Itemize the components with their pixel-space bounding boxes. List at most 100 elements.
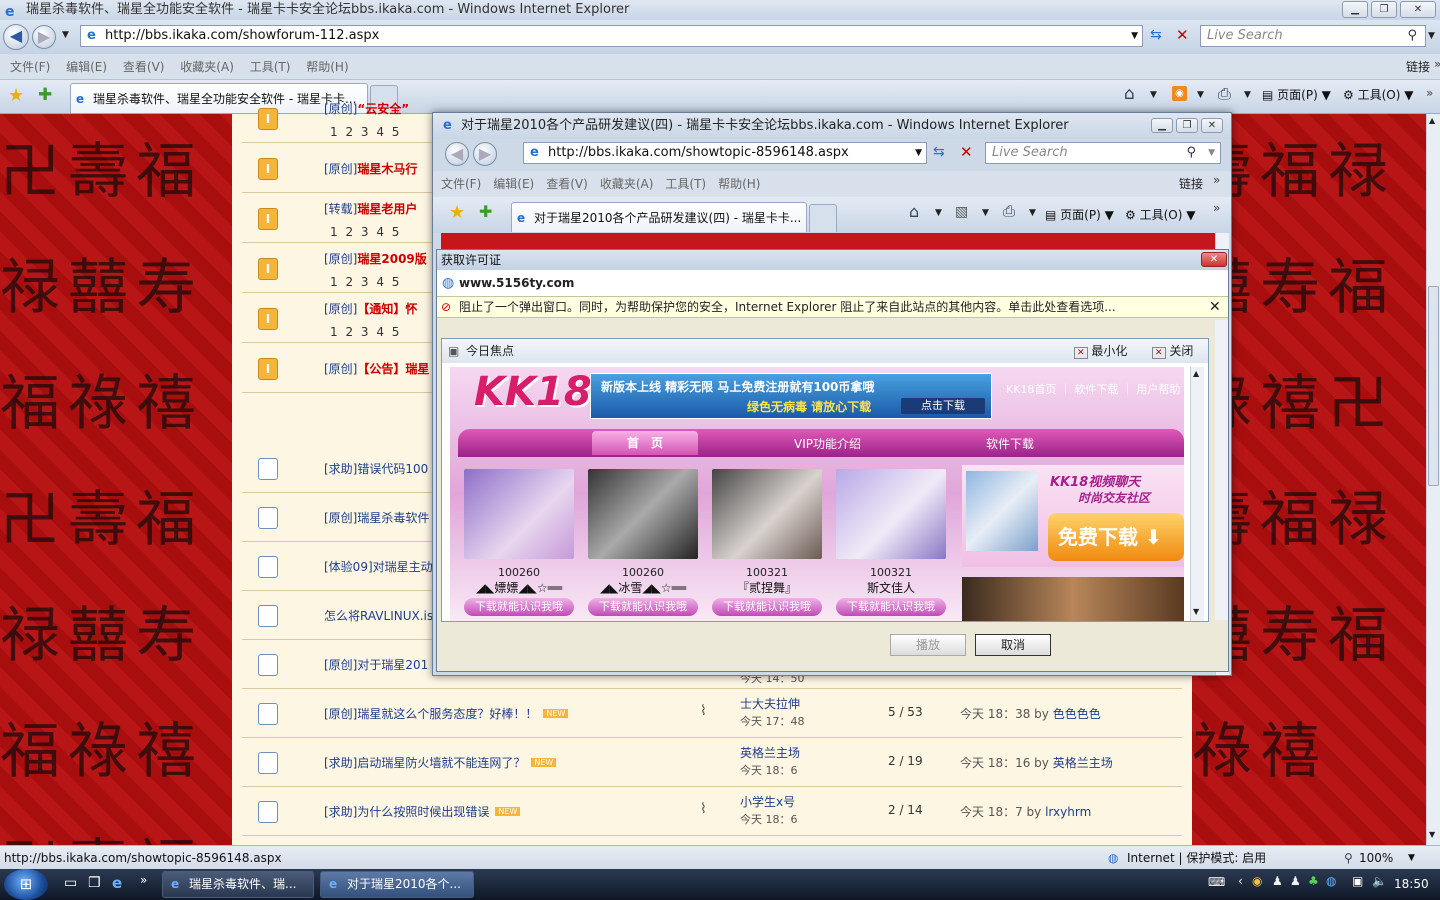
clock[interactable]: 18:50 (1394, 877, 1429, 891)
kk18-nav-vip[interactable]: VIP功能介绍 (794, 435, 861, 452)
cancel-button[interactable]: 取消 (975, 634, 1051, 656)
search-icon[interactable]: ⚲ (1407, 26, 1417, 46)
popup-favorites-star-icon[interactable]: ★ (449, 202, 465, 223)
zoom-dropdown-icon[interactable]: ▼ (1408, 846, 1415, 870)
topic-title[interactable]: [原创]对于瑞星201 (324, 656, 428, 673)
topic-title[interactable]: [原创]瑞星杀毒软件 (324, 509, 429, 526)
last-post-user[interactable]: lrxyhrm (1045, 805, 1091, 819)
topic-name[interactable]: 错误代码100 (357, 462, 428, 476)
inner-minimize-button[interactable]: ✕ 最小化 (1074, 339, 1127, 365)
topic-name[interactable]: 【通知】怀 (357, 302, 417, 316)
start-button[interactable]: ⊞ (4, 869, 48, 900)
inner-scroll-up-arrow[interactable]: ▲ (1193, 369, 1199, 378)
taskbar-item-popup[interactable]: e 对于瑞星2010各个... (320, 871, 474, 898)
print-icon[interactable]: ⎙ (1218, 84, 1231, 104)
topic-name[interactable]: 瑞星2009版 (357, 252, 426, 266)
popup-refresh-icon[interactable]: ⇆ (933, 144, 945, 160)
popup-menu-help[interactable]: 帮助(H) (718, 177, 760, 191)
back-button[interactable]: ◀ (3, 24, 29, 50)
popup-maximize-button[interactable]: ❐ (1176, 118, 1198, 133)
page-links[interactable]: 1 2 3 4 5 (330, 125, 401, 139)
popup-address-bar[interactable]: e http://bbs.ikaka.com/showtopic-8596148… (523, 142, 927, 164)
topic-title[interactable]: [原创]“云安全” (324, 100, 409, 117)
search-options-icon[interactable]: ▼ (1428, 31, 1435, 41)
popup-add-favorite-icon[interactable]: ✚ (479, 202, 492, 221)
popup-tab[interactable]: e 对于瑞星2010各个产品研发建议(四) - 瑞星卡卡... (511, 202, 807, 232)
girl-download-button-2[interactable]: 下载就能认识我哦 (588, 598, 698, 616)
tools-menu[interactable]: ⚙ 工具(O) ▼ (1343, 80, 1413, 110)
topic-name[interactable]: 瑞星就这么个服务态度？好棒！！ (357, 707, 537, 721)
inner-scroll-down-arrow[interactable]: ▼ (1193, 607, 1199, 616)
topic-name[interactable]: 对于瑞星201 (357, 658, 428, 672)
topic-title[interactable]: [求助]为什么按照时候出现错误 NEW (324, 803, 521, 820)
popup-print-dropdown-icon[interactable]: ▼ (1029, 208, 1036, 218)
volume-icon[interactable]: 🔈 (1372, 874, 1387, 888)
kk18-banner[interactable]: 新版本上线 精彩无限 马上免费注册就有100币拿哦 绿色无病毒 请放心下载 点击… (590, 373, 992, 419)
topic-name[interactable]: 瑞星杀毒软件 (357, 511, 429, 525)
popup-menu-file[interactable]: 文件(F) (441, 177, 481, 191)
topic-author[interactable]: 小学生x号 (740, 793, 795, 810)
popup-search-dropdown-icon[interactable]: ▼ (1208, 143, 1215, 163)
kk18-ad[interactable]: KK18 新版本上线 精彩无限 马上免费注册就有100币拿哦 绿色无病毒 请放心… (450, 367, 1184, 621)
popup-close-button[interactable]: ✕ (1201, 118, 1223, 133)
popup-search-icon[interactable]: ⚲ (1186, 143, 1196, 163)
table-row[interactable]: [求助]为什么按照时候出现错误 NEW 小学生x号 今天 18：6 2 / 14 今天 1… (242, 787, 1182, 836)
popup-links-label[interactable]: 链接 (1179, 171, 1203, 197)
popup-tools-menu[interactable]: ⚙ 工具(O) ▼ (1125, 200, 1195, 230)
dialog-content-scrollbar[interactable] (1215, 320, 1228, 620)
topic-author[interactable]: 士大夫拉伸 (740, 695, 800, 712)
recent-pages-dropdown-icon[interactable]: ▼ (62, 30, 69, 40)
popup-back-button[interactable]: ◀ (445, 142, 469, 166)
chevron-icon[interactable]: » (1434, 51, 1440, 77)
search-input[interactable]: Live Search ⚲ (1200, 25, 1426, 47)
scroll-down-arrow[interactable]: ▼ (1429, 830, 1435, 839)
page-menu[interactable]: ▤ 页面(P) ▼ (1262, 80, 1331, 110)
menu-view[interactable]: 查看(V) (123, 60, 165, 74)
scroll-thumb[interactable] (1428, 286, 1439, 486)
scroll-up-arrow[interactable]: ▲ (1429, 116, 1435, 125)
kk18-nav-download[interactable]: 软件下载 (986, 435, 1034, 452)
page-links[interactable]: 1 2 3 4 5 (330, 275, 401, 289)
table-row[interactable]: [原创]瑞星就这么个服务态度？好棒！！ NEW 士大夫拉伸 今天 17：48 5 / 5… (242, 689, 1182, 738)
taskbar-item-forum[interactable]: e 瑞星杀毒软件、瑞... (162, 871, 314, 898)
maximize-button[interactable]: ❐ (1371, 1, 1397, 18)
popup-home-icon[interactable]: ⌂ (909, 202, 919, 221)
popup-toolbar-chevron-icon[interactable]: » (1213, 201, 1220, 215)
tray-qq-icon[interactable]: ♟ (1272, 874, 1283, 888)
topic-name[interactable]: 瑞星木马行 (357, 162, 417, 176)
infobar-close-icon[interactable]: ✕ (1209, 297, 1221, 317)
topic-name[interactable]: 怎么将RAVLINUX.iso (324, 609, 440, 623)
topic-title[interactable]: [原创]【公告】瑞星 (324, 360, 429, 377)
popup-print-icon[interactable]: ⎙ (1003, 202, 1015, 220)
table-row[interactable]: [求助]启动瑞星防火墙就不能连网了？ NEW 英格兰主场 今天 18：6 2 / 19 今… (242, 738, 1182, 787)
banner-download-button[interactable]: 点击下载 (901, 398, 985, 414)
popup-stop-icon[interactable]: ✕ (960, 143, 973, 161)
print-dropdown-icon[interactable]: ▼ (1244, 90, 1251, 100)
page-links[interactable]: 1 2 3 4 5 (330, 225, 401, 239)
status-zone[interactable]: Internet | 保护模式: 启用 (1127, 846, 1266, 870)
topic-title[interactable]: [体验09]对瑞星主动 (324, 558, 433, 575)
stop-icon[interactable]: ✕ (1176, 26, 1189, 44)
topic-title[interactable]: [原创]瑞星木马行 (324, 160, 417, 177)
girl-photo-3[interactable] (712, 469, 822, 559)
girl-download-button-1[interactable]: 下载就能认识我哦 (464, 598, 574, 616)
menu-file[interactable]: 文件(F) (10, 60, 50, 74)
last-post-user[interactable]: 英格兰主场 (1053, 756, 1113, 770)
keyboard-icon[interactable]: ⌨ (1208, 875, 1225, 889)
tray-globe-icon[interactable]: ◍ (1326, 874, 1336, 888)
menu-favorites[interactable]: 收藏夹(A) (180, 60, 234, 74)
topic-title[interactable]: [原创]【通知】怀 (324, 300, 417, 317)
popup-home-dropdown-icon[interactable]: ▼ (935, 208, 942, 218)
kk18-promo[interactable]: KK18视频聊天 时尚交友社区 免费下载 ⬇ (962, 465, 1184, 567)
page-links[interactable]: 1 2 3 4 5 (330, 325, 401, 339)
last-post-user[interactable]: 色色色色 (1053, 707, 1101, 721)
topic-name[interactable]: 启动瑞星防火墙就不能连网了？ (357, 756, 525, 770)
popup-address-dropdown-icon[interactable]: ▼ (915, 143, 922, 163)
links-label[interactable]: 链接 (1406, 54, 1430, 80)
girl-photo-1[interactable] (464, 469, 574, 559)
tray-app-icon[interactable]: ♣ (1308, 874, 1319, 888)
topic-title[interactable]: [原创]瑞星就这么个服务态度？好棒！！ NEW (324, 705, 569, 722)
zoom-level[interactable]: 100% (1359, 846, 1393, 870)
kk18-photo-banner[interactable] (962, 577, 1184, 621)
topic-title[interactable]: [原创]瑞星2009版 (324, 250, 427, 267)
